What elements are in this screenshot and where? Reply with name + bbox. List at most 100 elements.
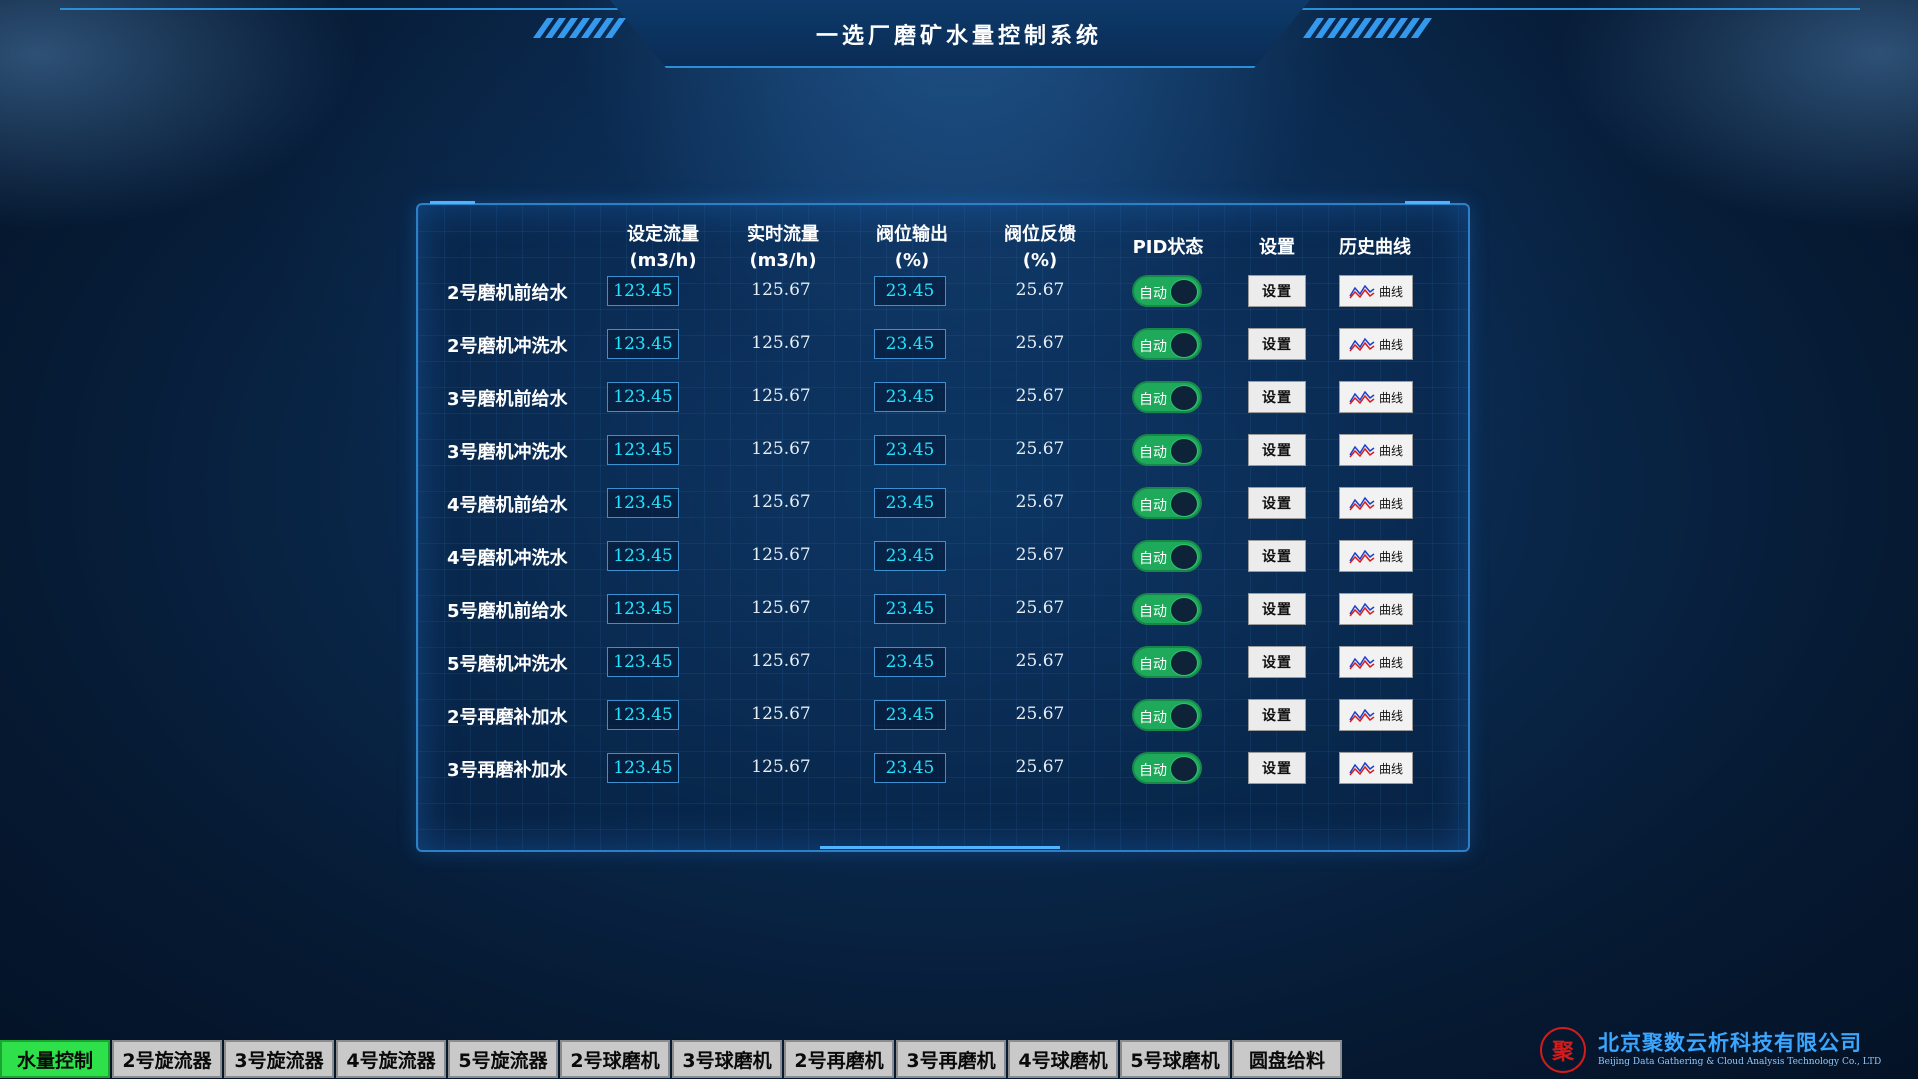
bottom-tab-bar: 水量控制 2号旋流器 3号旋流器 4号旋流器 5号旋流器 2号球磨机 3号球磨机 2号再磨机 3… [0, 1040, 1342, 1078]
pid-status-label: 自动 [1139, 763, 1167, 779]
tab-8[interactable]: 3号再磨机 [896, 1040, 1006, 1078]
tab-10[interactable]: 5号球磨机 [1120, 1040, 1230, 1078]
settings-button[interactable]: 设置 [1248, 540, 1306, 572]
valve-output-input[interactable]: 23.45 [874, 753, 946, 783]
tab-7[interactable]: 2号再磨机 [784, 1040, 894, 1078]
valve-output-input[interactable]: 23.45 [874, 329, 946, 359]
pid-toggle[interactable]: 自动 [1132, 646, 1202, 678]
tab-3[interactable]: 4号旋流器 [336, 1040, 446, 1078]
settings-button[interactable]: 设置 [1248, 434, 1306, 466]
valve-feedback-value: 25.67 [1015, 333, 1065, 353]
pid-toggle[interactable]: 自动 [1132, 328, 1202, 360]
tab-6[interactable]: 3号球磨机 [672, 1040, 782, 1078]
set-flow-input[interactable]: 123.45 [607, 382, 679, 412]
pid-toggle[interactable]: 自动 [1132, 540, 1202, 572]
chart-line-icon [1349, 602, 1375, 617]
header-line-right [1300, 8, 1860, 10]
pid-status-label: 自动 [1139, 551, 1167, 567]
valve-feedback-value: 25.67 [1015, 545, 1065, 565]
settings-button[interactable]: 设置 [1248, 646, 1306, 678]
curve-label: 曲线 [1378, 284, 1403, 299]
pid-toggle[interactable]: 自动 [1132, 699, 1202, 731]
set-flow-input[interactable]: 123.45 [607, 753, 679, 783]
real-flow-value: 125.67 [751, 757, 811, 777]
settings-button[interactable]: 设置 [1248, 593, 1306, 625]
history-curve-button[interactable]: 曲线 [1339, 328, 1413, 360]
pid-toggle[interactable]: 自动 [1132, 752, 1202, 784]
set-flow-input[interactable]: 123.45 [607, 700, 679, 730]
tab-5[interactable]: 2号球磨机 [560, 1040, 670, 1078]
history-curve-button[interactable]: 曲线 [1339, 540, 1413, 572]
history-curve-button[interactable]: 曲线 [1339, 752, 1413, 784]
set-flow-input[interactable]: 123.45 [607, 276, 679, 306]
company-name-en: Beijing Data Gathering & Cloud Analysis … [1598, 1057, 1882, 1067]
history-curve-button[interactable]: 曲线 [1339, 593, 1413, 625]
settings-button[interactable]: 设置 [1248, 752, 1306, 784]
toggle-knob [1170, 279, 1198, 305]
settings-button[interactable]: 设置 [1248, 328, 1306, 360]
curve-label: 曲线 [1378, 549, 1403, 564]
panel-accent [1405, 201, 1450, 204]
column-header-valve-fb: 阀位反馈 (%) [1004, 224, 1076, 271]
valve-output-input[interactable]: 23.45 [874, 594, 946, 624]
history-curve-button[interactable]: 曲线 [1339, 699, 1413, 731]
tab-2[interactable]: 3号旋流器 [224, 1040, 334, 1078]
set-flow-input[interactable]: 123.45 [607, 541, 679, 571]
valve-output-input[interactable]: 23.45 [874, 700, 946, 730]
pid-toggle[interactable]: 自动 [1132, 381, 1202, 413]
real-flow-value: 125.67 [751, 333, 811, 353]
pid-toggle[interactable]: 自动 [1132, 275, 1202, 307]
history-curve-button[interactable]: 曲线 [1339, 381, 1413, 413]
valve-output-input[interactable]: 23.45 [874, 382, 946, 412]
curve-label: 曲线 [1378, 390, 1403, 405]
valve-feedback-value: 25.67 [1015, 386, 1065, 406]
curve-label: 曲线 [1378, 708, 1403, 723]
column-header-real-flow: 实时流量 (m3/h) [747, 224, 819, 271]
valve-output-input[interactable]: 23.45 [874, 276, 946, 306]
toggle-knob [1170, 703, 1198, 729]
history-curve-button[interactable]: 曲线 [1339, 434, 1413, 466]
header: 一选厂磨矿水量控制系统 [0, 0, 1918, 75]
history-curve-button[interactable]: 曲线 [1339, 487, 1413, 519]
page-title: 一选厂磨矿水量控制系统 [815, 23, 1102, 49]
curve-label: 曲线 [1378, 602, 1403, 617]
set-flow-input[interactable]: 123.45 [607, 594, 679, 624]
valve-feedback-value: 25.67 [1015, 598, 1065, 618]
valve-output-input[interactable]: 23.45 [874, 488, 946, 518]
tab-0[interactable]: 水量控制 [0, 1040, 110, 1078]
settings-button[interactable]: 设置 [1248, 381, 1306, 413]
settings-button[interactable]: 设置 [1248, 699, 1306, 731]
row-label: 4号磨机前给水 [447, 495, 568, 516]
row-label: 3号磨机前给水 [447, 389, 568, 410]
set-flow-input[interactable]: 123.45 [607, 435, 679, 465]
curve-label: 曲线 [1378, 443, 1403, 458]
history-curve-button[interactable]: 曲线 [1339, 646, 1413, 678]
valve-output-input[interactable]: 23.45 [874, 435, 946, 465]
tab-1[interactable]: 2号旋流器 [112, 1040, 222, 1078]
real-flow-value: 125.67 [751, 386, 811, 406]
set-flow-input[interactable]: 123.45 [607, 329, 679, 359]
pid-toggle[interactable]: 自动 [1132, 434, 1202, 466]
toggle-knob [1170, 491, 1198, 517]
pid-status-label: 自动 [1139, 498, 1167, 514]
pid-toggle[interactable]: 自动 [1132, 487, 1202, 519]
column-header-history: 历史曲线 [1339, 237, 1411, 258]
chart-line-icon [1349, 443, 1375, 458]
chart-line-icon [1349, 549, 1375, 564]
history-curve-button[interactable]: 曲线 [1339, 275, 1413, 307]
valve-output-input[interactable]: 23.45 [874, 647, 946, 677]
valve-output-input[interactable]: 23.45 [874, 541, 946, 571]
pid-status-label: 自动 [1139, 710, 1167, 726]
settings-button[interactable]: 设置 [1248, 487, 1306, 519]
chart-line-icon [1349, 655, 1375, 670]
tab-11[interactable]: 圆盘给料 [1232, 1040, 1342, 1078]
pid-toggle[interactable]: 自动 [1132, 593, 1202, 625]
toggle-knob [1170, 332, 1198, 358]
set-flow-input[interactable]: 123.45 [607, 488, 679, 518]
tab-4[interactable]: 5号旋流器 [448, 1040, 558, 1078]
row-label: 2号再磨补加水 [447, 707, 568, 728]
panel-accent [820, 846, 1060, 849]
set-flow-input[interactable]: 123.45 [607, 647, 679, 677]
tab-9[interactable]: 4号球磨机 [1008, 1040, 1118, 1078]
settings-button[interactable]: 设置 [1248, 275, 1306, 307]
